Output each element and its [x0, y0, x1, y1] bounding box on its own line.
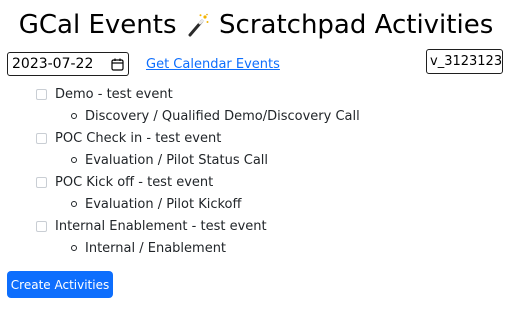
activity-type: Discovery / Qualified Demo/Discovery Cal… [85, 108, 360, 124]
event-row: POC Check in - test event [36, 128, 496, 148]
bullet-icon [71, 157, 77, 163]
event-row: Internal Enablement - test event [36, 216, 496, 236]
create-activities-button[interactable]: Create Activities [7, 271, 113, 298]
page: GCal Events Scratchpad Activities 2023-0… [0, 0, 512, 320]
event-checkbox[interactable] [36, 176, 47, 188]
bullet-icon [71, 201, 77, 207]
activity-item: Internal / Enablement [71, 238, 496, 258]
version-input[interactable]: v_3123123 [426, 49, 503, 74]
event-checkbox[interactable] [36, 132, 47, 144]
bullet-icon [71, 245, 77, 251]
page-title: GCal Events Scratchpad Activities [0, 8, 512, 46]
date-input[interactable]: 2023-07-22 [7, 52, 129, 76]
event-checkbox[interactable] [36, 88, 47, 100]
activity-type: Internal / Enablement [85, 240, 227, 256]
activity-item: Discovery / Qualified Demo/Discovery Cal… [71, 106, 496, 126]
events-list: Demo - test event Discovery / Qualified … [36, 84, 496, 260]
event-name: Internal Enablement - test event [55, 218, 267, 234]
event-name: POC Kick off - test event [55, 174, 214, 190]
activity-item: Evaluation / Pilot Kickoff [71, 194, 496, 214]
event-row: POC Kick off - test event [36, 172, 496, 192]
title-right: Scratchpad Activities [219, 10, 494, 40]
bullet-icon [71, 113, 77, 119]
date-value: 2023-07-22 [12, 56, 94, 72]
event-row: Demo - test event [36, 84, 496, 104]
event-checkbox[interactable] [36, 220, 47, 232]
get-calendar-events-link[interactable]: Get Calendar Events [146, 57, 280, 72]
magic-wand-icon [187, 12, 209, 46]
version-value: v_3123123 [430, 54, 503, 69]
activity-type: Evaluation / Pilot Status Call [85, 152, 269, 168]
activity-type: Evaluation / Pilot Kickoff [85, 196, 242, 212]
activity-item: Evaluation / Pilot Status Call [71, 150, 496, 170]
event-name: POC Check in - test event [55, 130, 222, 146]
title-left: GCal Events [18, 10, 177, 40]
event-name: Demo - test event [55, 86, 173, 102]
calendar-icon[interactable] [111, 58, 124, 71]
